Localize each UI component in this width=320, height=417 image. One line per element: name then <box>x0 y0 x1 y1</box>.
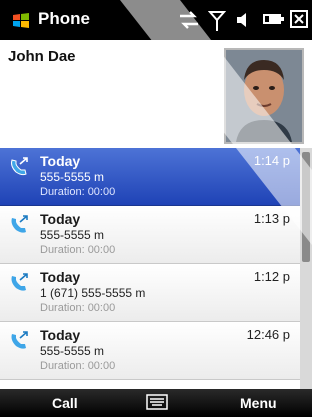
windows-start-icon[interactable] <box>12 12 30 28</box>
volume-icon[interactable] <box>234 10 254 30</box>
call-day: Today <box>40 327 81 343</box>
call-number: 555-5555 m <box>40 170 105 184</box>
call-number: 1 (671) 555-5555 m <box>40 286 146 300</box>
soft-key-bar: Call Menu <box>0 389 312 417</box>
contact-header: John Dae <box>0 40 312 148</box>
menu-softkey[interactable]: Menu <box>240 395 277 411</box>
call-duration: Duration: 00:00 <box>40 302 116 314</box>
call-day: Today <box>40 211 81 227</box>
outgoing-call-icon <box>11 331 28 349</box>
call-row[interactable]: Today 1:13 p 555-5555 m Duration: 00:00 <box>0 206 300 264</box>
close-icon[interactable] <box>290 10 308 28</box>
call-history-list[interactable]: Today 1:14 p 555-5555 m Duration: 00:00 … <box>0 148 300 389</box>
title-bar: Phone <box>0 0 312 40</box>
contact-photo <box>224 48 304 144</box>
list-scrollbar[interactable] <box>300 148 312 389</box>
call-day: Today <box>40 153 81 169</box>
call-duration: Duration: 00:00 <box>40 360 116 372</box>
call-softkey[interactable]: Call <box>52 395 78 411</box>
outgoing-call-icon <box>11 157 28 176</box>
call-time: 12:46 p <box>246 327 290 342</box>
scrollbar-thumb[interactable] <box>302 152 310 262</box>
signal-strength-icon[interactable] <box>208 10 226 32</box>
call-number: 555-5555 m <box>40 344 105 358</box>
battery-icon[interactable] <box>262 10 284 28</box>
call-time: 1:13 p <box>253 211 290 226</box>
outgoing-call-icon <box>11 273 28 291</box>
call-row[interactable]: Today 1:14 p 555-5555 m Duration: 00:00 <box>0 148 300 206</box>
call-number: 555-5555 m <box>40 228 105 242</box>
call-time: 1:14 p <box>253 153 290 168</box>
call-day: Today <box>40 269 81 285</box>
call-duration: Duration: 00:00 <box>40 186 116 198</box>
call-row[interactable]: Today 12:46 p 555-5555 m Duration: 00:00 <box>0 322 300 380</box>
data-connection-icon[interactable] <box>178 10 200 30</box>
avatar <box>226 50 302 142</box>
outgoing-call-icon <box>11 215 28 233</box>
app-title: Phone <box>38 9 90 28</box>
call-duration: Duration: 00:00 <box>40 244 116 256</box>
contact-name: John Dae <box>8 48 76 65</box>
call-time: 1:12 p <box>253 269 290 284</box>
keyboard-icon[interactable] <box>146 394 168 410</box>
call-row[interactable]: Today 1:12 p 1 (671) 555-5555 m Duration… <box>0 264 300 322</box>
